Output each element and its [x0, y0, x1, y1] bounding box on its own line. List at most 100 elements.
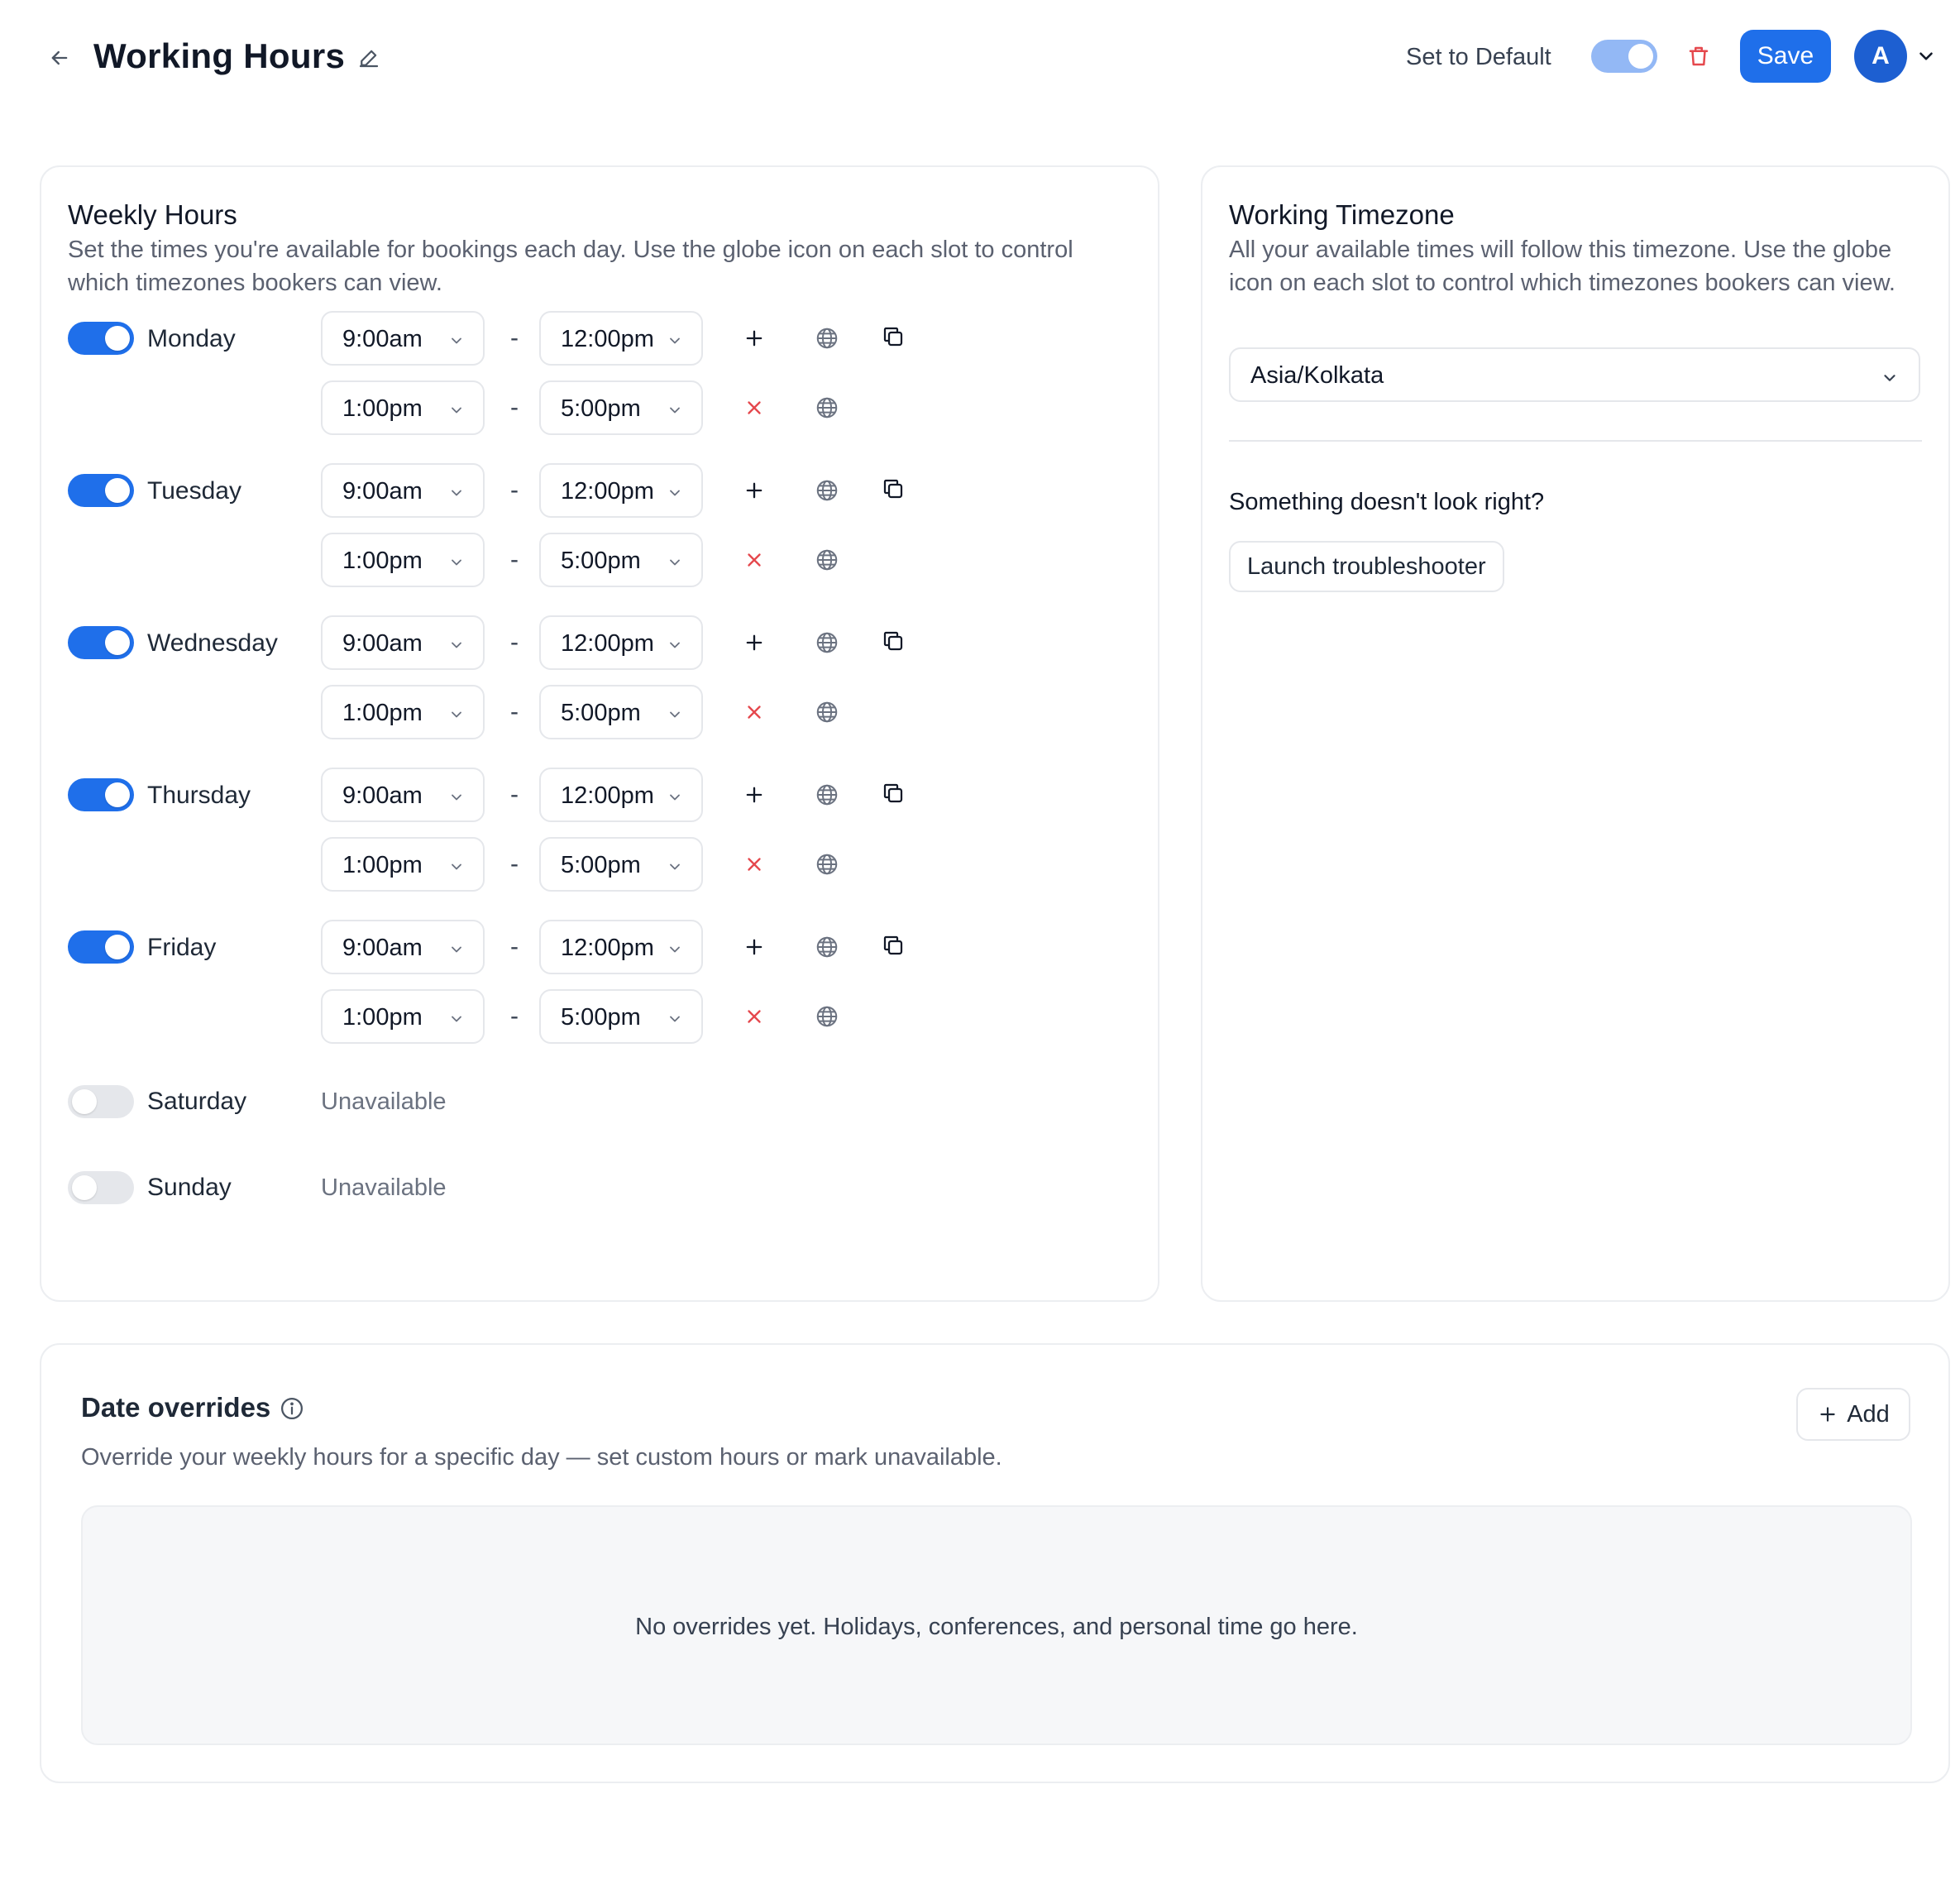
- end-time-select[interactable]: 5:00pm: [539, 380, 703, 435]
- day-toggle-sunday[interactable]: [68, 1171, 134, 1204]
- globe-icon: [816, 549, 838, 571]
- start-time-value: 9:00am: [342, 326, 423, 352]
- day-toggle-saturday[interactable]: [68, 1085, 134, 1118]
- globe-icon: [816, 936, 838, 958]
- date-overrides-title: Date overrides: [81, 1392, 271, 1423]
- start-time-select[interactable]: 9:00am: [321, 920, 485, 974]
- edit-title-button[interactable]: [352, 41, 385, 74]
- end-time-value: 5:00pm: [561, 700, 641, 726]
- day-label: Saturday: [147, 1088, 247, 1115]
- slot-timezone-button[interactable]: [809, 777, 845, 813]
- back-button[interactable]: [41, 40, 78, 76]
- end-time-select[interactable]: 12:00pm: [539, 768, 703, 822]
- copy-icon: [883, 479, 903, 499]
- plus-icon: [746, 330, 762, 347]
- start-time-select[interactable]: 9:00am: [321, 768, 485, 822]
- day-label: Tuesday: [147, 477, 241, 505]
- day-toggle-monday[interactable]: [68, 322, 134, 355]
- chevron-down-icon: [452, 642, 461, 648]
- close-icon: [748, 553, 761, 567]
- slot-timezone-button[interactable]: [809, 390, 845, 426]
- end-time-select[interactable]: 5:00pm: [539, 837, 703, 892]
- add-slot-button[interactable]: [736, 472, 772, 509]
- end-time-select[interactable]: 12:00pm: [539, 463, 703, 518]
- chevron-down-icon: [1884, 375, 1895, 381]
- day-toggle-tuesday[interactable]: [68, 474, 134, 507]
- add-slot-button[interactable]: [736, 777, 772, 813]
- start-time-select[interactable]: 1:00pm: [321, 380, 485, 435]
- time-separator: -: [510, 394, 519, 421]
- copy-times-button[interactable]: [875, 927, 911, 964]
- copy-times-button[interactable]: [875, 318, 911, 355]
- slot-timezone-button[interactable]: [809, 846, 845, 883]
- chevron-down-icon: [670, 863, 680, 870]
- delete-button[interactable]: [1680, 38, 1717, 74]
- remove-slot-button[interactable]: [736, 694, 772, 730]
- copy-times-button[interactable]: [875, 775, 911, 811]
- start-time-value: 1:00pm: [342, 1004, 423, 1031]
- start-time-select[interactable]: 1:00pm: [321, 533, 485, 587]
- end-time-select[interactable]: 12:00pm: [539, 311, 703, 366]
- end-time-select[interactable]: 12:00pm: [539, 920, 703, 974]
- globe-icon: [816, 701, 838, 723]
- toggle-knob: [105, 935, 130, 959]
- unavailable-label: Unavailable: [321, 1088, 447, 1115]
- overrides-empty-state: No overrides yet. Holidays, conferences,…: [81, 1505, 1912, 1745]
- remove-slot-button[interactable]: [736, 390, 772, 426]
- toggle-knob: [105, 782, 130, 807]
- day-toggle-thursday[interactable]: [68, 778, 134, 811]
- start-time-value: 1:00pm: [342, 548, 423, 574]
- time-separator: -: [510, 324, 519, 352]
- set-default-toggle[interactable]: [1591, 40, 1657, 73]
- slot-timezone-button[interactable]: [809, 472, 845, 509]
- plus-icon: [746, 482, 762, 499]
- slot-timezone-button[interactable]: [809, 542, 845, 578]
- start-time-select[interactable]: 9:00am: [321, 311, 485, 366]
- start-time-select[interactable]: 1:00pm: [321, 837, 485, 892]
- slot-timezone-button[interactable]: [809, 624, 845, 661]
- slot-timezone-button[interactable]: [809, 998, 845, 1035]
- end-time-select[interactable]: 12:00pm: [539, 615, 703, 670]
- copy-times-button[interactable]: [875, 471, 911, 507]
- start-time-select[interactable]: 1:00pm: [321, 989, 485, 1044]
- plus-icon: [746, 787, 762, 803]
- remove-slot-button[interactable]: [736, 998, 772, 1035]
- end-time-select[interactable]: 5:00pm: [539, 685, 703, 739]
- copy-icon: [883, 783, 903, 803]
- info-icon[interactable]: [280, 1396, 304, 1421]
- start-time-select[interactable]: 9:00am: [321, 463, 485, 518]
- timezone-value: Asia/Kolkata: [1250, 362, 1384, 389]
- close-icon: [748, 401, 761, 414]
- timezone-description: All your available times will follow thi…: [1229, 237, 1895, 296]
- remove-slot-button[interactable]: [736, 542, 772, 578]
- save-button[interactable]: Save: [1740, 30, 1831, 83]
- add-slot-button[interactable]: [736, 320, 772, 356]
- toggle-knob: [72, 1175, 97, 1200]
- copy-times-button[interactable]: [875, 623, 911, 659]
- time-separator: -: [510, 933, 519, 960]
- remove-slot-button[interactable]: [736, 846, 772, 883]
- trash-icon: [1689, 46, 1709, 66]
- chevron-down-icon: [670, 946, 680, 953]
- timezone-select[interactable]: Asia/Kolkata: [1229, 347, 1920, 402]
- end-time-value: 5:00pm: [561, 1004, 641, 1031]
- unavailable-label: Unavailable: [321, 1174, 447, 1201]
- slot-timezone-button[interactable]: [809, 320, 845, 356]
- slot-timezone-button[interactable]: [809, 929, 845, 965]
- start-time-select[interactable]: 1:00pm: [321, 685, 485, 739]
- user-menu[interactable]: A: [1854, 30, 1937, 83]
- launch-troubleshooter-button[interactable]: Launch troubleshooter: [1229, 541, 1504, 592]
- day-toggle-wednesday[interactable]: [68, 626, 134, 659]
- end-time-select[interactable]: 5:00pm: [539, 989, 703, 1044]
- add-override-button[interactable]: Add: [1796, 1388, 1910, 1441]
- slot-timezone-button[interactable]: [809, 694, 845, 730]
- plus-icon: [746, 939, 762, 955]
- day-toggle-friday[interactable]: [68, 930, 134, 964]
- page-header: Working Hours Set to Default Save A: [0, 0, 1960, 116]
- copy-icon: [883, 327, 903, 347]
- add-slot-button[interactable]: [736, 929, 772, 965]
- start-time-value: 9:00am: [342, 935, 423, 961]
- start-time-select[interactable]: 9:00am: [321, 615, 485, 670]
- end-time-select[interactable]: 5:00pm: [539, 533, 703, 587]
- add-slot-button[interactable]: [736, 624, 772, 661]
